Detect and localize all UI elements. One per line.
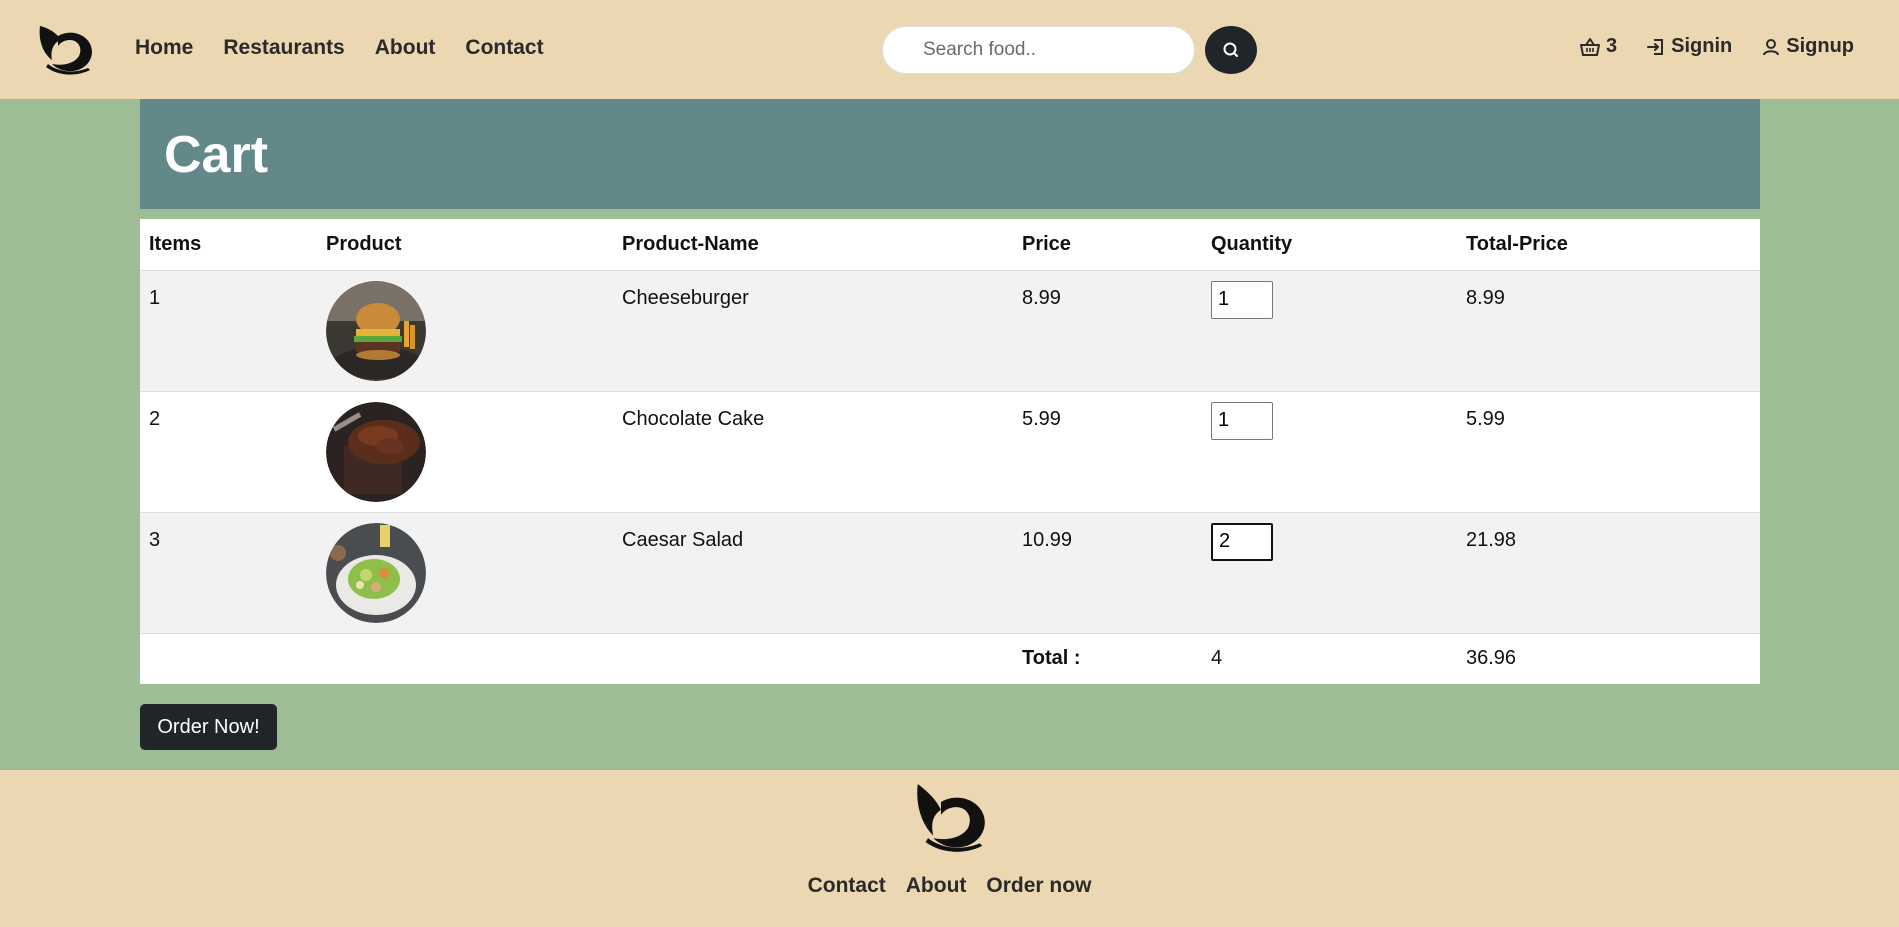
product-price: 10.99 bbox=[1013, 512, 1202, 634]
cart-header: Cart bbox=[140, 99, 1760, 209]
footer: Contact About Order now bbox=[0, 770, 1899, 927]
footer-about-link[interactable]: About bbox=[906, 874, 967, 898]
nav-contact-link[interactable]: Contact bbox=[465, 36, 543, 60]
footer-contact-link[interactable]: Contact bbox=[808, 874, 886, 898]
page-title: Cart bbox=[164, 126, 269, 184]
column-header-quantity: Quantity bbox=[1202, 219, 1457, 271]
item-number: 3 bbox=[140, 512, 317, 634]
nav-restaurants-link[interactable]: Restaurants bbox=[223, 36, 344, 60]
signup-link[interactable]: Signup bbox=[1762, 35, 1854, 58]
signin-link[interactable]: Signin bbox=[1647, 35, 1732, 58]
row-total-price: 5.99 bbox=[1457, 391, 1760, 513]
cart-count: 3 bbox=[1606, 35, 1618, 57]
total-label: Total : bbox=[1022, 647, 1081, 670]
navbar: Home Restaurants About Contact 3 bbox=[0, 0, 1899, 99]
quantity-input[interactable] bbox=[1211, 522, 1273, 561]
quantity-input[interactable] bbox=[1211, 401, 1273, 440]
product-name: Cheeseburger bbox=[613, 270, 1013, 392]
swan-logo-icon[interactable] bbox=[910, 780, 990, 855]
total-row: Total : 4 36.96 bbox=[140, 633, 1760, 684]
product-price: 8.99 bbox=[1013, 270, 1202, 392]
quantity-input[interactable] bbox=[1211, 280, 1273, 319]
search-input[interactable] bbox=[882, 26, 1195, 74]
search-button[interactable] bbox=[1205, 26, 1257, 74]
cart-link[interactable]: 3 bbox=[1580, 35, 1617, 58]
column-header-price: Price bbox=[1013, 219, 1202, 271]
table-header-row: Items Product Product-Name Price Quantit… bbox=[140, 219, 1760, 271]
product-price: 5.99 bbox=[1013, 391, 1202, 513]
product-name: Chocolate Cake bbox=[613, 391, 1013, 513]
column-header-product: Product bbox=[317, 219, 613, 271]
chocolate-cake-photo bbox=[326, 401, 426, 502]
signin-icon bbox=[1647, 38, 1664, 55]
signin-label: Signin bbox=[1671, 35, 1733, 57]
total-quantity: 4 bbox=[1211, 647, 1223, 670]
column-header-items: Items bbox=[140, 219, 317, 271]
total-price: 36.96 bbox=[1466, 647, 1517, 670]
item-number: 1 bbox=[140, 270, 317, 392]
cheeseburger-photo bbox=[326, 280, 426, 381]
column-header-total-price: Total-Price bbox=[1457, 219, 1760, 271]
product-name: Caesar Salad bbox=[613, 512, 1013, 634]
swan-logo-icon[interactable] bbox=[34, 20, 96, 76]
nav-about-link[interactable]: About bbox=[375, 36, 436, 60]
table-row: 1 Cheeseburger 8.99 1 8.99 bbox=[140, 270, 1760, 392]
item-number: 2 bbox=[140, 391, 317, 513]
main-nav: Home Restaurants About Contact bbox=[135, 36, 544, 60]
row-total-price: 21.98 bbox=[1457, 512, 1760, 634]
nav-actions: 3 Signin Signup bbox=[1580, 35, 1854, 58]
table-row: 2 Chocolate Cake 5.99 1 5.99 bbox=[140, 391, 1760, 513]
search-icon bbox=[1223, 42, 1238, 57]
cart-table: Items Product Product-Name Price Quantit… bbox=[140, 219, 1760, 684]
order-now-button[interactable]: Order Now! bbox=[140, 704, 277, 750]
user-icon bbox=[1763, 38, 1780, 55]
nav-home-link[interactable]: Home bbox=[135, 36, 193, 60]
caesar-salad-photo bbox=[326, 522, 426, 623]
column-header-product-name: Product-Name bbox=[613, 219, 1013, 271]
footer-nav: Contact About Order now bbox=[0, 874, 1899, 898]
table-row: 3 Caesar Salad 10.99 2 21.98 bbox=[140, 512, 1760, 634]
signup-label: Signup bbox=[1786, 35, 1854, 57]
footer-order-now-link[interactable]: Order now bbox=[986, 874, 1091, 898]
row-total-price: 8.99 bbox=[1457, 270, 1760, 392]
basket-icon bbox=[1580, 37, 1600, 56]
